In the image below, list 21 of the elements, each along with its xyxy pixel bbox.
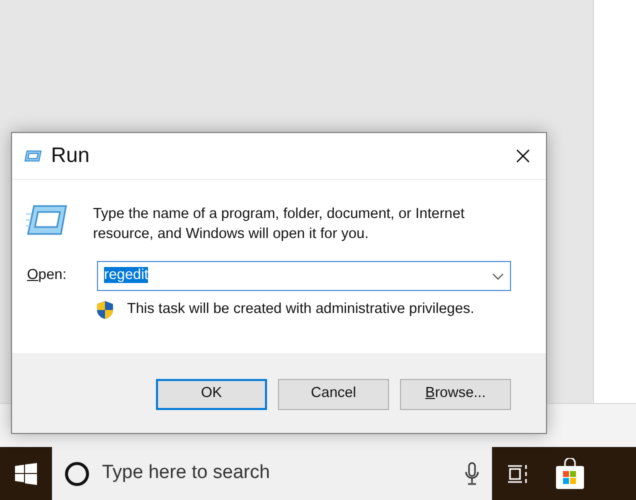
run-app-icon [26, 204, 68, 236]
dialog-button[interactable]: Cancel [278, 378, 389, 410]
input-value: regedit [104, 267, 148, 284]
dialog-button[interactable]: OK [156, 378, 267, 410]
shopping-bag-icon [555, 458, 585, 490]
close-icon [516, 149, 530, 163]
admin-note: This task will be created with administrative privileges. [127, 300, 474, 319]
run-app-icon [24, 150, 42, 162]
dialog-button[interactable]: Browse... [400, 378, 511, 410]
task-view-icon [507, 464, 529, 484]
window-title: Run [51, 143, 91, 170]
shield-icon [95, 300, 115, 320]
search-placeholder: Type here to search [102, 461, 271, 486]
microphone-icon [464, 462, 480, 486]
description-text: Type the name of a program, folder, document, or Internet resource, and Windows will open it for you. [93, 205, 466, 244]
search-box[interactable]: Type here to search [52, 447, 492, 500]
open-label: Open: [27, 266, 68, 286]
open-combo-box[interactable]: regedit [97, 261, 511, 291]
windows-logo-icon [15, 462, 37, 484]
chevron-down-icon [492, 272, 504, 280]
circle-icon [64, 460, 90, 486]
